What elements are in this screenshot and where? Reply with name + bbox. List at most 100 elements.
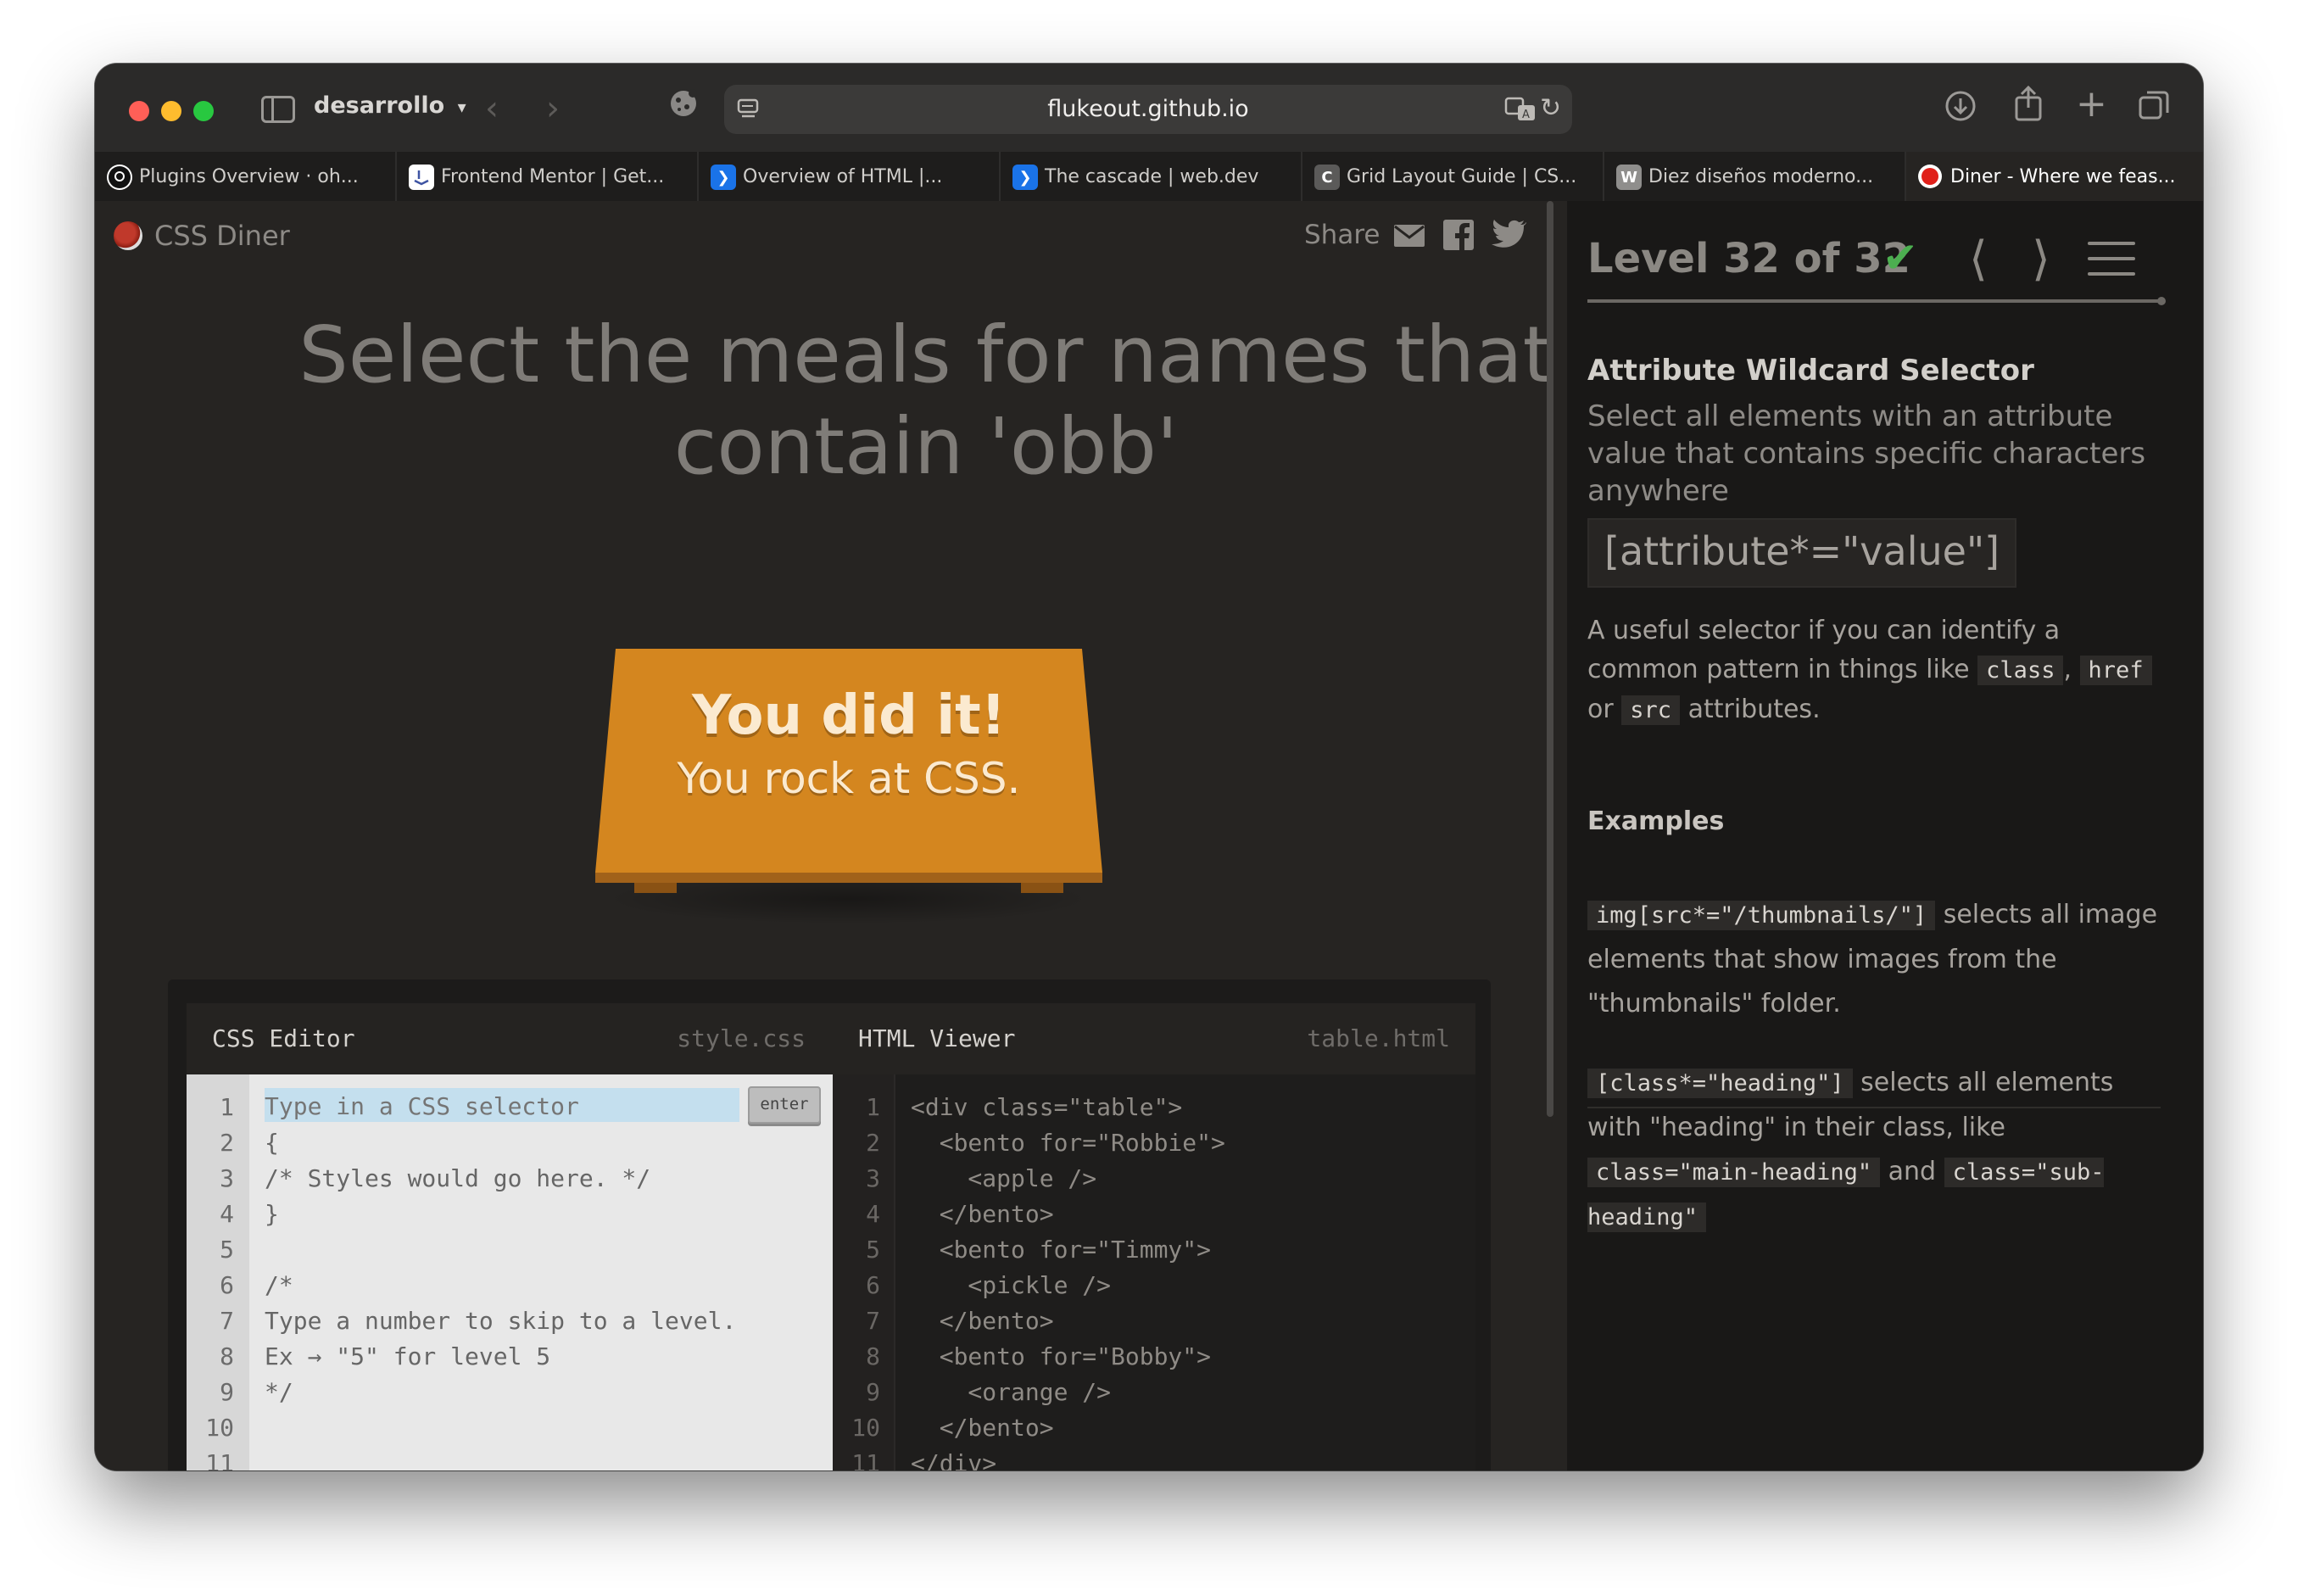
level-progress-bar [1587,297,2166,305]
back-icon[interactable]: ‹ [485,89,499,128]
wordpress-icon: W [1616,165,1642,190]
tab-label: Frontend Mentor | Get... [441,165,665,187]
tab-label: The cascade | web.dev [1045,165,1259,187]
cookie-extension-icon[interactable] [667,86,700,127]
tab-overview-html[interactable]: ❯ Overview of HTML |... [699,152,1001,201]
new-tab-icon[interactable]: + [2076,82,2107,126]
line-number: 11 [205,1449,234,1470]
selector-syntax: [attribute*="value"] [1587,518,2017,588]
frontend-mentor-icon [409,165,434,190]
previous-level-icon[interactable]: ⟨ [1969,232,1988,287]
sidebar-toggle-icon[interactable] [261,96,295,123]
tab-the-cascade[interactable]: ❯ The cascade | web.dev [1001,152,1302,201]
line-number: 7 [866,1307,880,1335]
level-sidebar: Level 32 of 32 ✔ ⟨ ⟩ Attribute Wildcard … [1567,201,2203,1470]
css-editor-header: CSS Editor style.css [187,1003,833,1074]
css-code-line: { [265,1129,279,1157]
html-code-line[interactable]: </bento> [911,1414,1054,1442]
tab-group-selector[interactable]: desarrollo ▾ [314,92,466,119]
example-and: and [1888,1157,1937,1186]
dining-table: You did it! You rock at CSS. [590,649,1107,924]
page-scrollbar[interactable] [1547,201,1553,1117]
tab-diez-disenos[interactable]: W Diez diseños moderno... [1604,152,1906,201]
close-window-button[interactable] [129,101,149,121]
html-code-line[interactable]: </bento> [911,1307,1054,1335]
line-number: 10 [205,1414,234,1442]
example-2: [class*="heading"] selects all elements … [1587,1061,2161,1240]
html-code-line[interactable]: <bento for="Robbie"> [911,1129,1225,1157]
tab-frontend-mentor[interactable]: Frontend Mentor | Get... [397,152,699,201]
line-number: 8 [220,1342,234,1370]
line-number: 2 [220,1129,234,1157]
tab-label: Plugins Overview · oh... [139,165,359,187]
tab-label: Diez diseños moderno... [1648,165,1874,187]
example-1: img[src*="/thumbnails/"] selects all ima… [1587,893,2161,1026]
level-instruction: Select the meals for names that contain … [197,310,1655,493]
html-code-line[interactable]: <pickle /> [911,1271,1111,1299]
hint-code: href [2079,656,2152,685]
html-code-line[interactable]: </div> [911,1449,996,1470]
line-number: 7 [220,1307,234,1335]
css-code-line: Type a number to skip to a level. [265,1307,737,1335]
css-tricks-icon: C [1314,165,1340,190]
email-icon[interactable] [1392,218,1426,255]
html-code-line[interactable]: <div class="table"> [911,1093,1182,1121]
success-title: You did it! [692,684,1006,747]
line-number: 11 [851,1449,880,1470]
line-number: 5 [866,1236,880,1264]
success-subtitle: You rock at CSS. [677,754,1021,803]
css-code-line: Ex → "5" for level 5 [265,1342,551,1370]
tab-bar: Plugins Overview · oh... Frontend Mentor… [95,152,2203,201]
css-code-line: /* [265,1271,293,1299]
zoom-window-button[interactable] [193,101,214,121]
html-code-line[interactable]: <bento for="Bobby"> [911,1342,1211,1370]
html-viewer-title: HTML Viewer [858,1024,1016,1052]
hint-code: src [1621,695,1681,725]
css-selector-input[interactable] [265,1088,739,1122]
enter-button[interactable]: enter [748,1086,821,1124]
line-number: 9 [220,1378,234,1406]
minimize-window-button[interactable] [161,101,181,121]
example-code: img[src*="/thumbnails/"] [1587,901,1936,930]
hamburger-menu-icon[interactable] [2088,242,2135,287]
translate-icon[interactable]: A [1504,96,1537,126]
tab-diner[interactable]: Diner - Where we feas... [1906,152,2203,201]
webdev-icon: ❯ [1012,165,1038,190]
tab-plugins-overview[interactable]: Plugins Overview · oh... [95,152,397,201]
hint-code: class [1977,656,2064,685]
css-line-gutter: 1 2 3 4 5 6 7 8 9 10 11 12 [187,1074,249,1470]
brand-title: CSS Diner [154,220,290,252]
instruction-line-1: Select the meals for names that [298,310,1553,400]
html-code-line[interactable]: <apple /> [911,1164,1096,1192]
svg-text:A: A [1522,109,1530,121]
share-label: Share [1304,220,1380,250]
twitter-icon[interactable] [1489,218,1527,255]
forward-icon[interactable]: › [546,89,560,128]
html-code-line[interactable]: <bento for="Timmy"> [911,1236,1211,1264]
browser-toolbar: desarrollo ▾ ‹ › flukeout.github.io A ↻ … [95,64,2203,152]
address-bar[interactable]: flukeout.github.io A ↻ [724,85,1572,134]
facebook-icon[interactable] [1442,218,1475,255]
html-code-line[interactable]: </bento> [911,1200,1054,1228]
browser-window: desarrollo ▾ ‹ › flukeout.github.io A ↻ … [95,64,2203,1470]
tab-group-label: desarrollo [314,92,445,119]
line-number: 3 [220,1164,234,1192]
chevron-down-icon: ▾ [457,97,466,117]
hint-separator: , [2063,655,2072,684]
line-number: 8 [866,1342,880,1370]
html-code-line[interactable]: <orange /> [911,1378,1111,1406]
editor-panel: CSS Editor style.css HTML Viewer table.h… [168,979,1491,1470]
next-level-icon[interactable]: ⟩ [2032,232,2050,287]
html-line-gutter: 1 2 3 4 5 6 7 8 9 10 11 12 [833,1074,895,1470]
tab-label: Grid Layout Guide | CS... [1347,165,1577,187]
checkmark-icon: ✔ [1882,233,1918,282]
share-icon[interactable] [2011,84,2045,131]
downloads-icon[interactable] [1944,89,1977,131]
line-number: 1 [866,1093,880,1121]
tab-grid-layout-guide[interactable]: C Grid Layout Guide | CS... [1302,152,1604,201]
css-code-line: */ [265,1378,293,1406]
html-viewer: 1 2 3 4 5 6 7 8 9 10 11 12 <div class="t… [833,1074,1475,1470]
reload-icon[interactable]: ↻ [1540,93,1561,123]
css-code-line: } [265,1200,279,1228]
tab-overview-icon[interactable] [2137,89,2171,131]
